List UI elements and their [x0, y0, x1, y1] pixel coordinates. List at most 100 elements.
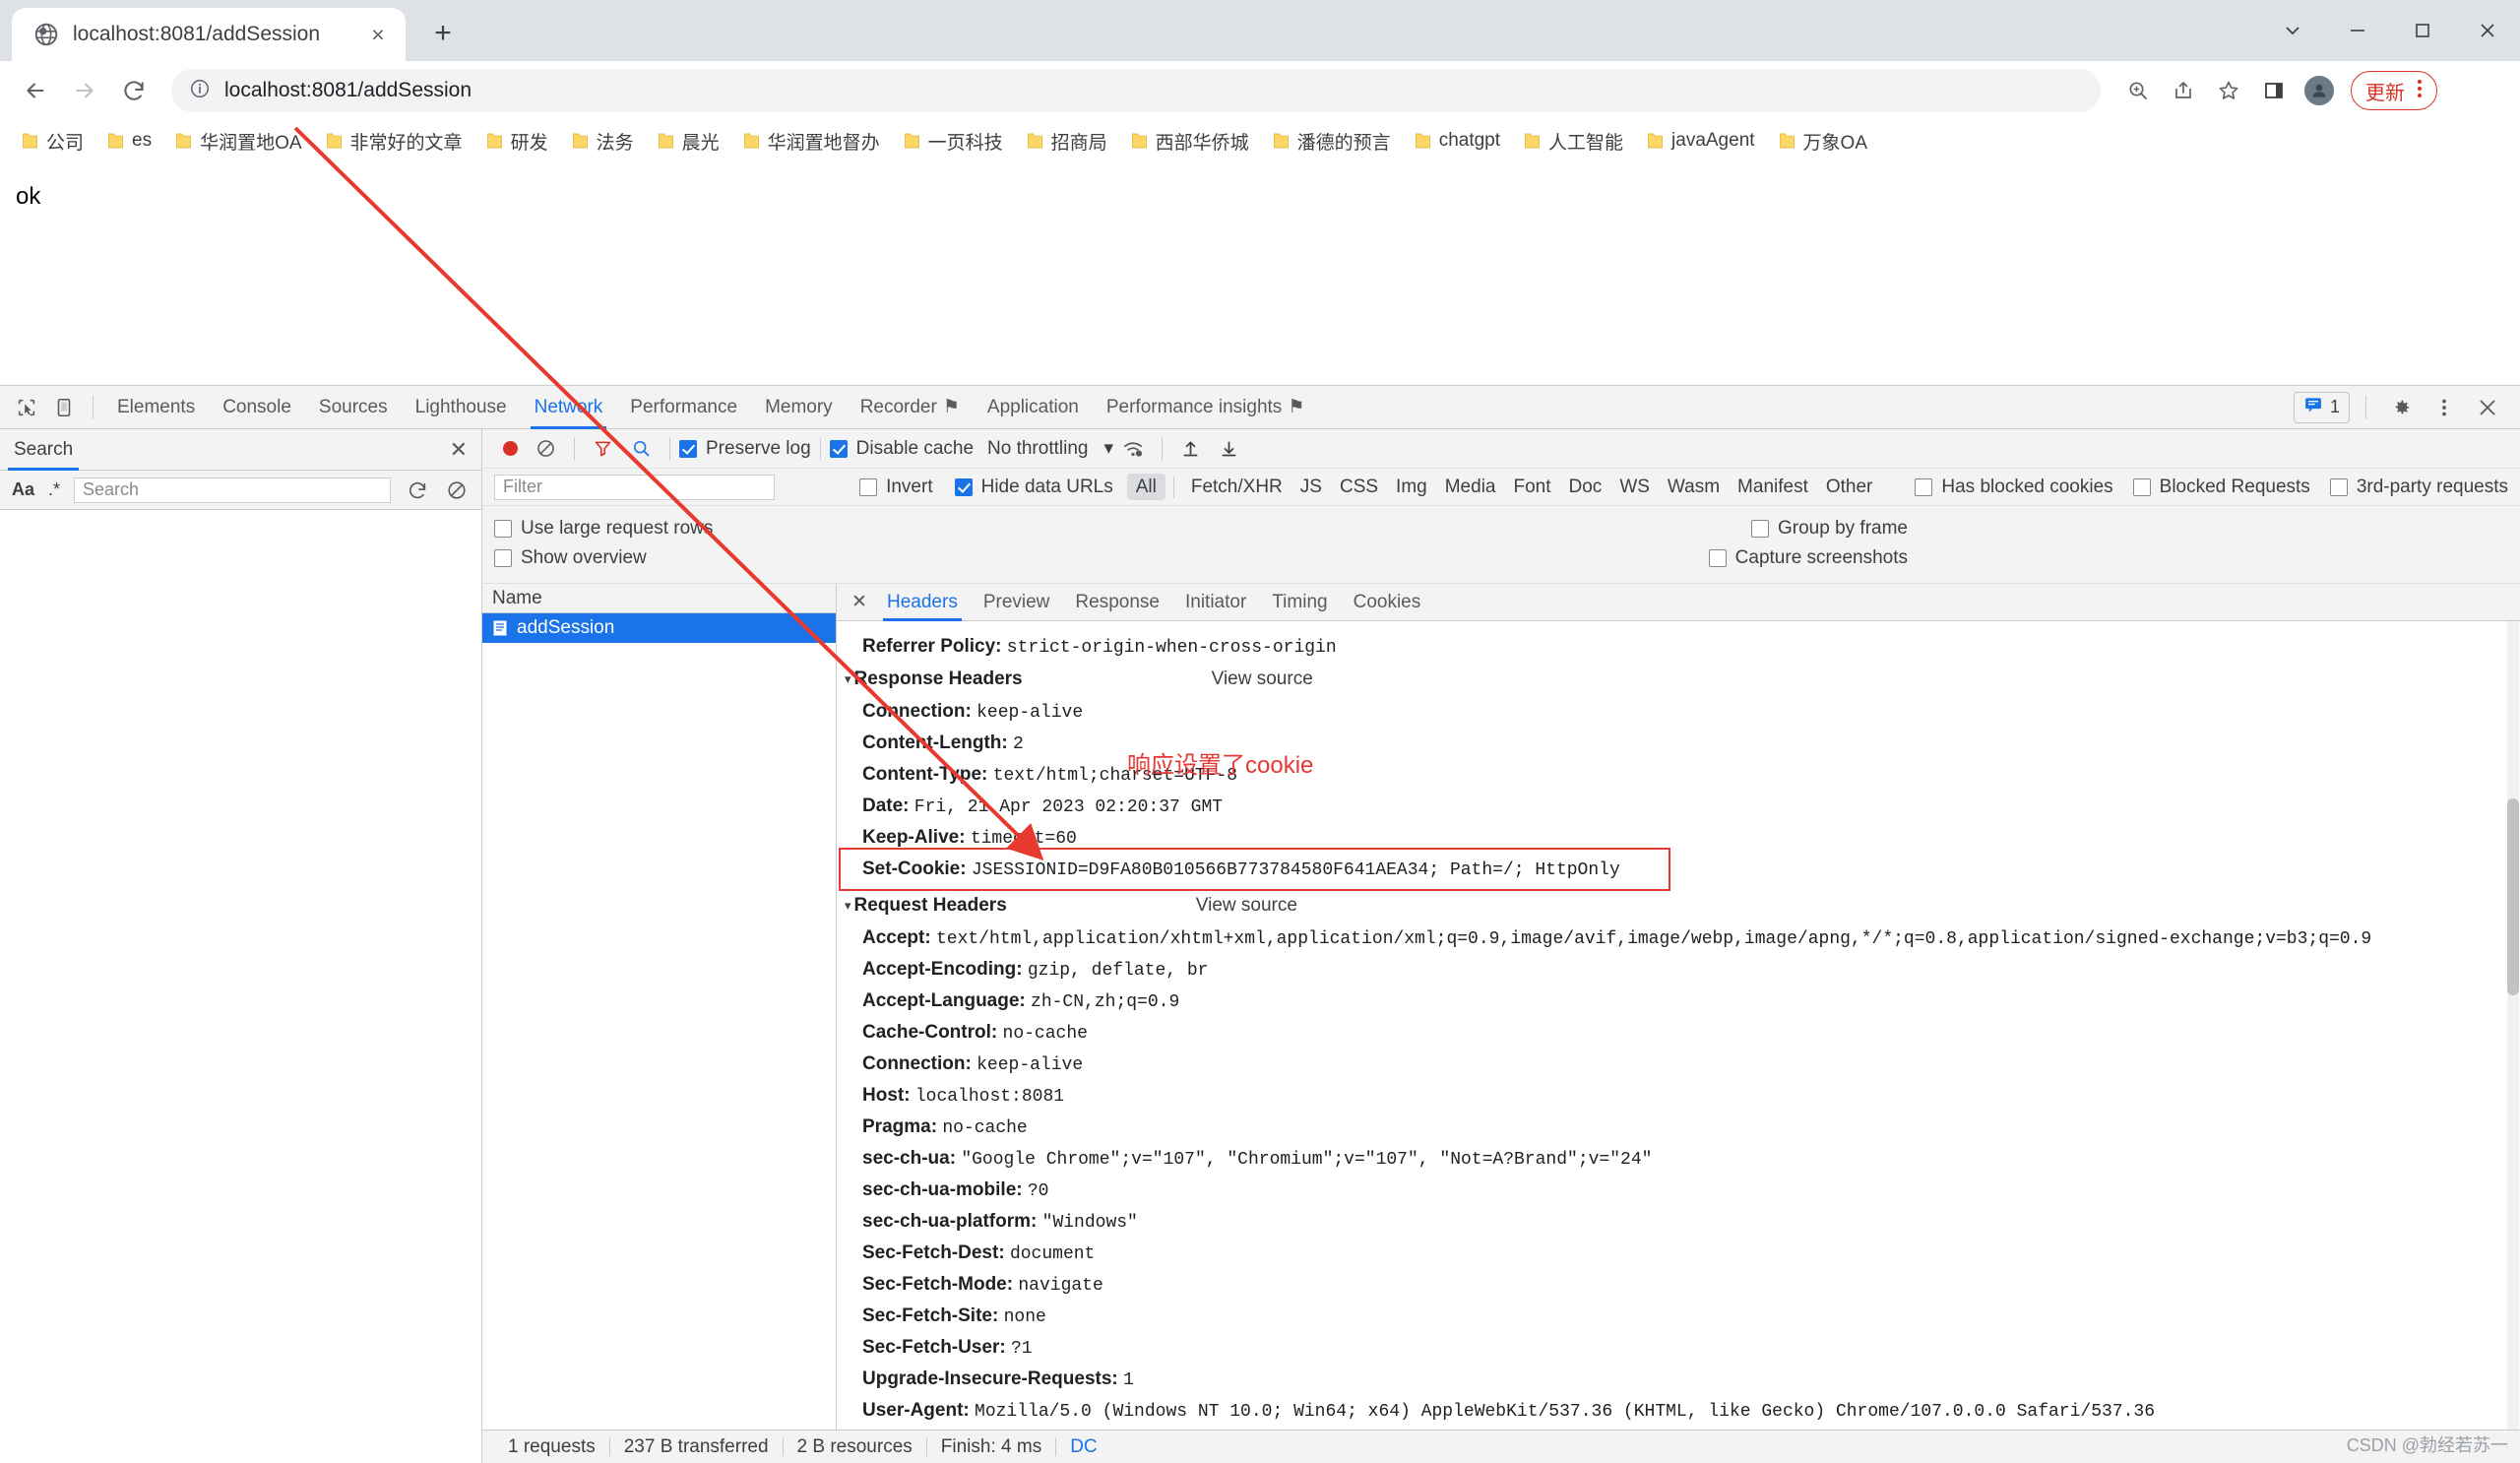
view-source-link[interactable]: View source	[1212, 668, 1313, 690]
throttling-select[interactable]: No throttling ▾	[987, 437, 1113, 460]
reload-button[interactable]	[112, 69, 156, 112]
detail-tab-timing[interactable]: Timing	[1259, 584, 1340, 621]
issues-button[interactable]: 1	[2293, 391, 2350, 423]
detail-tab-initiator[interactable]: Initiator	[1172, 584, 1259, 621]
detail-scrollbar-thumb[interactable]	[2507, 798, 2519, 995]
devtools-tab-memory[interactable]: Memory	[751, 386, 847, 429]
bookmark-item[interactable]: 华润置地督办	[731, 124, 892, 158]
devtools-tab-console[interactable]: Console	[209, 386, 305, 429]
blocked-requests-checkbox[interactable]: Blocked Requests	[2132, 477, 2310, 498]
group-by-frame-box[interactable]	[1751, 520, 1769, 538]
detail-tab-headers[interactable]: Headers	[874, 584, 971, 621]
third-party-requests-checkbox-box[interactable]	[2329, 477, 2348, 496]
browser-tab[interactable]: localhost:8081/addSession ×	[12, 8, 406, 61]
detail-tab-preview[interactable]: Preview	[971, 584, 1063, 621]
export-har-icon[interactable]	[1210, 433, 1248, 465]
devtools-tab-performance-insights[interactable]: Performance insights ⚑	[1093, 386, 1319, 429]
match-case-toggle[interactable]: Aa	[12, 479, 34, 500]
bookmark-item[interactable]: 人工智能	[1512, 124, 1635, 158]
caret-down-icon[interactable]: ▾	[845, 671, 851, 687]
clear-icon[interactable]	[444, 477, 470, 503]
devtools-more-icon[interactable]	[2426, 389, 2463, 426]
share-icon[interactable]	[2162, 69, 2205, 112]
bookmark-item[interactable]: 招商局	[1015, 124, 1119, 158]
bookmark-item[interactable]: 华润置地OA	[163, 124, 313, 158]
response-headers-section-title[interactable]: ▾ Response Headers View source	[837, 663, 2520, 696]
filter-type-font[interactable]: Font	[1504, 474, 1559, 500]
show-overview-box[interactable]	[494, 549, 512, 567]
filter-type-fetch-xhr[interactable]: Fetch/XHR	[1182, 474, 1292, 500]
detail-close-icon[interactable]: ✕	[845, 591, 874, 613]
network-conditions-icon[interactable]	[1113, 433, 1153, 465]
has-blocked-cookies-checkbox[interactable]: Has blocked cookies	[1915, 477, 2113, 498]
use-large-request-rows-checkbox[interactable]: Use large request rows	[494, 518, 713, 540]
request-headers-section-title[interactable]: ▾ Request Headers View source	[837, 889, 2520, 922]
import-har-icon[interactable]	[1171, 433, 1210, 465]
filter-type-other[interactable]: Other	[1817, 474, 1882, 500]
capture-screenshots-checkbox[interactable]: Capture screenshots	[1708, 547, 1908, 569]
request-list-header[interactable]: Name	[482, 584, 836, 613]
profile-avatar-icon[interactable]	[2298, 69, 2341, 112]
disable-cache-checkbox-box[interactable]	[829, 439, 848, 458]
forward-button[interactable]	[63, 69, 106, 112]
bookmark-item[interactable]: 一页科技	[892, 124, 1015, 158]
update-button[interactable]: 更新	[2351, 71, 2437, 110]
close-window-button[interactable]	[2455, 0, 2520, 61]
bookmark-item[interactable]: 潘德的预言	[1261, 124, 1403, 158]
inspect-element-icon[interactable]	[8, 389, 45, 426]
disable-cache-checkbox[interactable]: Disable cache	[829, 438, 974, 460]
table-row[interactable]: addSession	[482, 613, 836, 643]
devtools-tab-sources[interactable]: Sources	[305, 386, 402, 429]
maximize-button[interactable]	[2390, 0, 2455, 61]
view-source-link[interactable]: View source	[1196, 895, 1297, 917]
zoom-search-icon[interactable]	[2116, 69, 2160, 112]
back-button[interactable]	[14, 69, 57, 112]
chevron-down-icon[interactable]: ▾	[1103, 437, 1113, 460]
third-party-requests-checkbox[interactable]: 3rd-party requests	[2329, 477, 2508, 498]
has-blocked-cookies-checkbox-box[interactable]	[1915, 477, 1933, 496]
search-close-icon[interactable]: ✕	[450, 437, 468, 463]
tab-close-icon[interactable]: ×	[364, 21, 392, 48]
group-by-frame-checkbox[interactable]: Group by frame	[1751, 518, 1908, 540]
use-large-request-rows-box[interactable]	[494, 520, 512, 538]
detail-tab-cookies[interactable]: Cookies	[1341, 584, 1434, 621]
bookmark-item[interactable]: 晨光	[646, 124, 731, 158]
devtools-tab-recorder[interactable]: Recorder ⚑	[847, 386, 974, 429]
search-icon[interactable]	[622, 433, 661, 465]
bookmark-item[interactable]: javaAgent	[1635, 124, 1767, 158]
gear-icon[interactable]	[2382, 389, 2420, 426]
search-input[interactable]: Search	[74, 477, 391, 503]
bookmark-item[interactable]: 非常好的文章	[314, 124, 474, 158]
show-overview-checkbox[interactable]: Show overview	[494, 547, 647, 569]
caret-down-icon[interactable]: ▾	[845, 898, 851, 914]
devtools-tab-network[interactable]: Network	[521, 386, 617, 429]
devtools-tab-lighthouse[interactable]: Lighthouse	[402, 386, 521, 429]
tab-search-icon[interactable]	[2260, 0, 2325, 61]
preserve-log-checkbox[interactable]: Preserve log	[679, 438, 811, 460]
filter-type-ws[interactable]: WS	[1610, 474, 1659, 500]
regex-toggle[interactable]: .*	[48, 479, 60, 500]
device-toolbar-icon[interactable]	[45, 389, 83, 426]
record-stop-icon[interactable]	[494, 433, 527, 465]
invert-checkbox[interactable]: Invert	[859, 477, 933, 498]
bookmark-item[interactable]: chatgpt	[1403, 124, 1512, 158]
preserve-log-checkbox-box[interactable]	[679, 439, 697, 458]
detail-tab-response[interactable]: Response	[1062, 584, 1172, 621]
bookmark-item[interactable]: 法务	[560, 124, 646, 158]
bookmark-item[interactable]: 公司	[10, 124, 95, 158]
devtools-tab-application[interactable]: Application	[974, 386, 1093, 429]
filter-type-manifest[interactable]: Manifest	[1729, 474, 1817, 500]
refresh-icon[interactable]	[405, 477, 430, 503]
filter-type-img[interactable]: Img	[1387, 474, 1436, 500]
filter-type-wasm[interactable]: Wasm	[1659, 474, 1729, 500]
hide-data-urls-checkbox-box[interactable]	[954, 477, 973, 496]
side-panel-icon[interactable]	[2252, 69, 2296, 112]
devtools-close-icon[interactable]	[2469, 389, 2506, 426]
minimize-button[interactable]	[2325, 0, 2390, 61]
filter-type-css[interactable]: CSS	[1331, 474, 1387, 500]
new-tab-button[interactable]: +	[417, 8, 469, 59]
bookmark-item[interactable]: 万象OA	[1767, 124, 1879, 158]
info-circle-icon[interactable]	[189, 78, 211, 104]
bookmark-item[interactable]: 西部华侨城	[1119, 124, 1261, 158]
capture-screenshots-box[interactable]	[1708, 549, 1727, 567]
